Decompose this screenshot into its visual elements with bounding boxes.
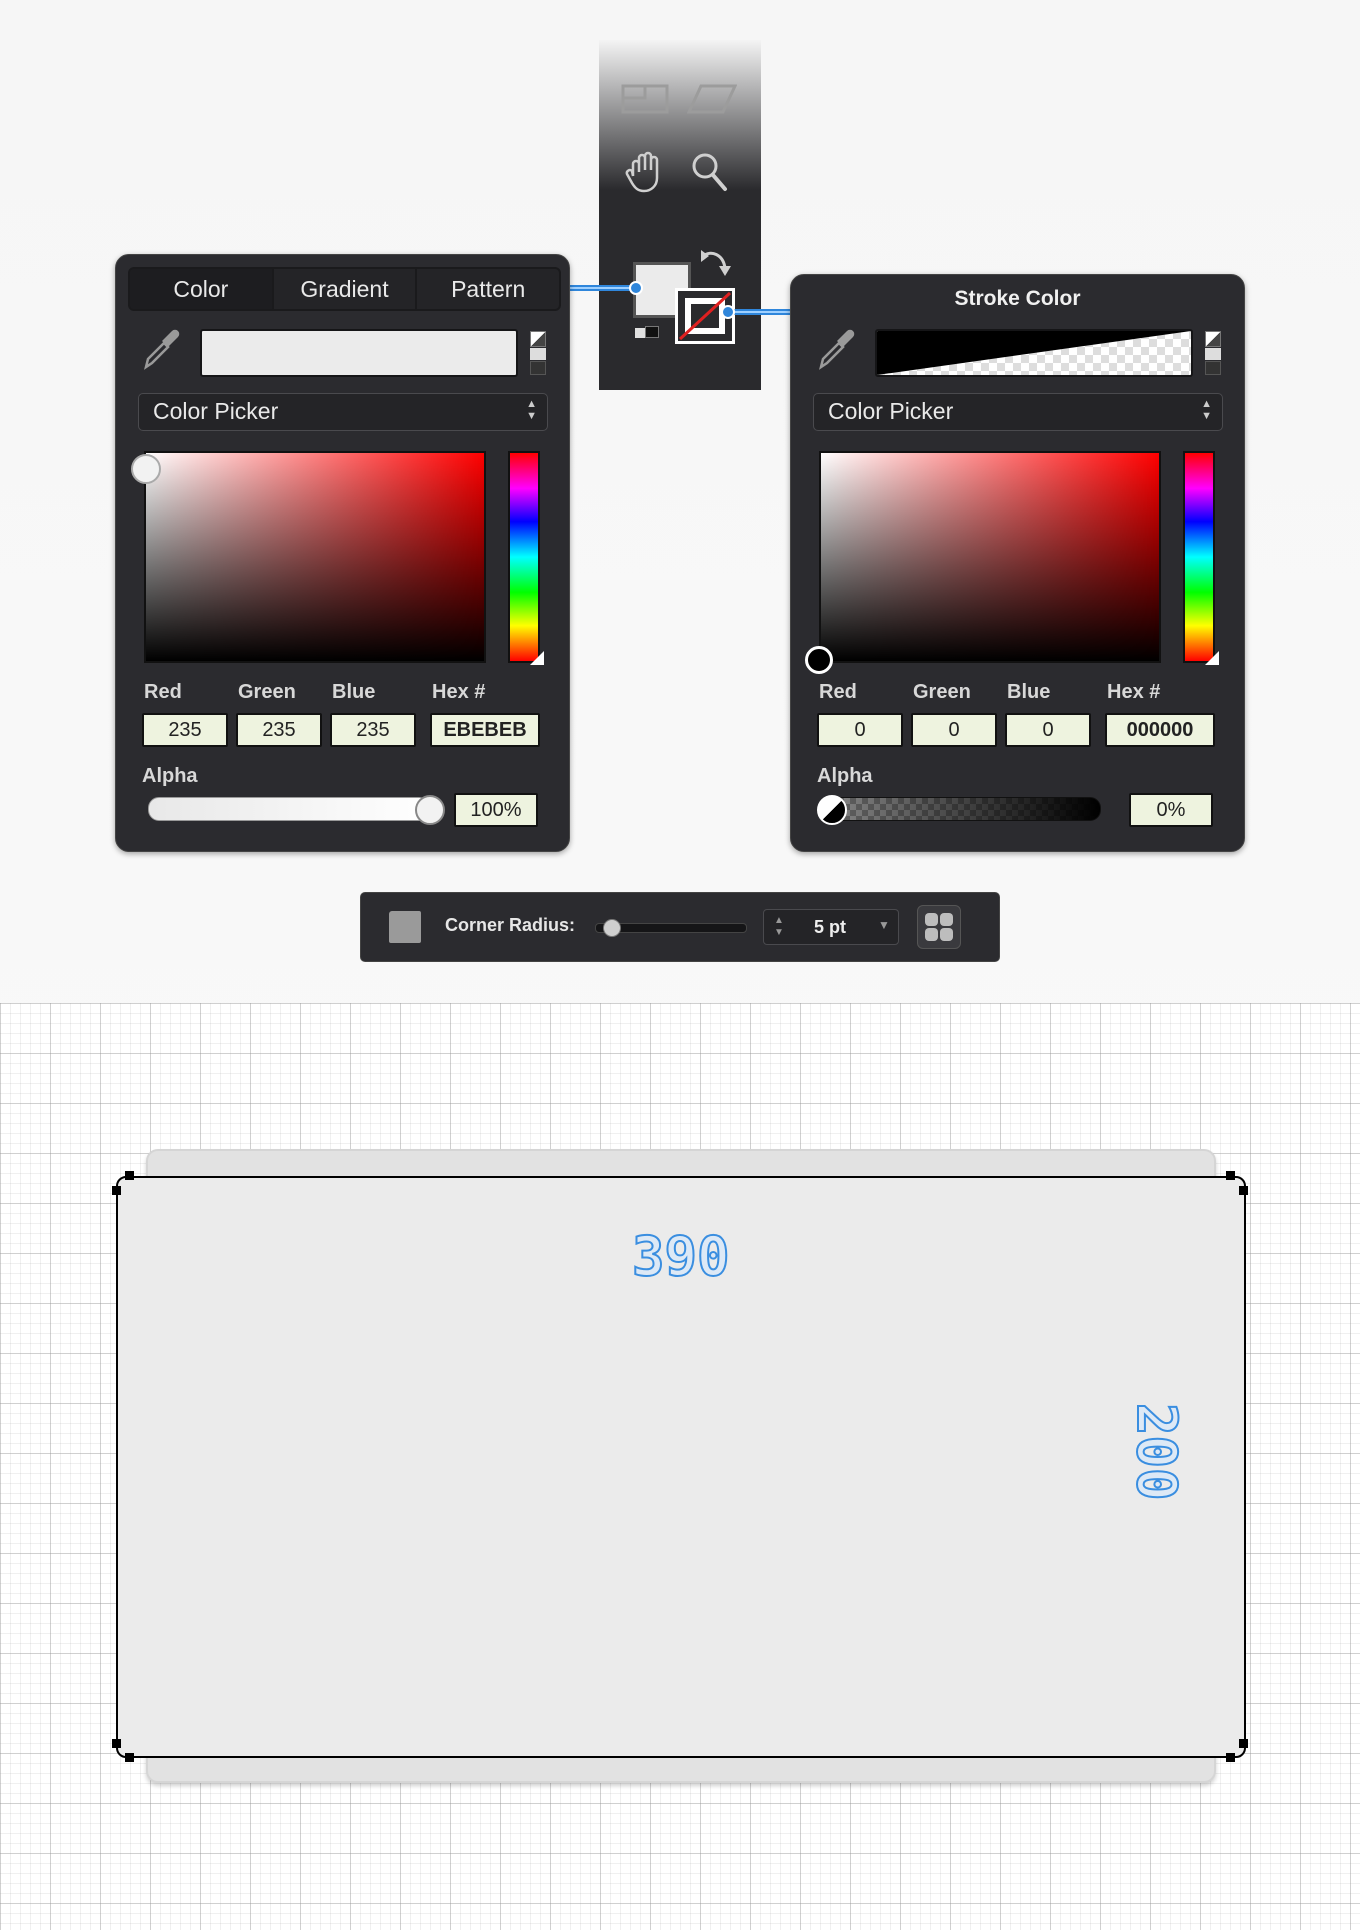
alpha-input[interactable]: 100% <box>454 793 538 827</box>
alpha-slider[interactable] <box>819 797 1101 821</box>
corner-shape-icon[interactable] <box>389 911 421 943</box>
blue-input[interactable]: 235 <box>330 713 416 747</box>
eyedropper-icon[interactable] <box>817 329 855 371</box>
hue-strip[interactable] <box>508 451 540 663</box>
green-label: Green <box>913 681 971 703</box>
hue-marker-icon[interactable] <box>530 651 546 667</box>
blue-input[interactable]: 0 <box>1005 713 1091 747</box>
blue-label: Blue <box>332 681 376 703</box>
alpha-slider[interactable] <box>148 797 430 821</box>
saturation-value-field[interactable] <box>144 451 486 663</box>
dropdown-arrows-icon: ▲ ▼ <box>1201 398 1212 422</box>
hand-icon[interactable] <box>625 150 665 194</box>
red-label: Red <box>819 681 857 703</box>
corner-radius-label: Corner Radius: <box>445 915 576 935</box>
panel-title: Stroke Color <box>954 287 1081 310</box>
dropdown-arrows-icon: ▲ ▼ <box>526 398 537 422</box>
corner-radius-knob[interactable] <box>602 919 621 937</box>
red-input[interactable]: 0 <box>817 713 903 747</box>
color-mode-label: Color Picker <box>828 398 954 424</box>
hex-label: Hex # <box>1107 681 1161 703</box>
fill-color-panel: Color Gradient Pattern Color Picker ▲ ▼ R… <box>115 254 570 852</box>
color-mode-dropdown[interactable]: Color Picker ▲ ▼ <box>138 393 548 431</box>
green-label: Green <box>238 681 296 703</box>
resize-handle[interactable] <box>1226 1171 1235 1180</box>
hex-label: Hex # <box>432 681 486 703</box>
color-mode-label: Color Picker <box>153 398 279 424</box>
chevron-down-icon[interactable]: ▼ <box>878 918 890 932</box>
height-dimension-label: 200 <box>1124 1402 1189 1502</box>
resize-handle[interactable] <box>125 1753 134 1762</box>
red-label: Red <box>144 681 182 703</box>
width-dimension-label: 390 <box>631 1224 731 1289</box>
hex-input[interactable]: EBEBEB <box>430 713 540 747</box>
shear-icon[interactable] <box>687 82 737 116</box>
resize-handle[interactable] <box>112 1739 121 1748</box>
corner-radius-toolbar: Corner Radius: ▲ ▼ 5 pt ▼ <box>360 892 1000 962</box>
resize-handle[interactable] <box>1239 1739 1248 1748</box>
zoom-icon[interactable] <box>689 150 729 194</box>
resize-handle[interactable] <box>112 1186 121 1195</box>
tab-pattern[interactable]: Pattern <box>417 269 559 309</box>
green-input[interactable]: 0 <box>911 713 997 747</box>
corner-radius-value: 5 pt <box>814 917 847 937</box>
alpha-knob[interactable] <box>415 795 445 825</box>
red-input[interactable]: 235 <box>142 713 228 747</box>
alpha-label: Alpha <box>142 765 198 787</box>
corners-icon <box>925 913 953 941</box>
corner-radius-stepper[interactable]: ▲ ▼ 5 pt ▼ <box>763 909 899 945</box>
connector-lines <box>568 281 792 319</box>
stepper-arrows-icon[interactable]: ▲ ▼ <box>774 915 784 939</box>
green-input[interactable]: 235 <box>236 713 322 747</box>
corner-options-button[interactable] <box>917 905 961 949</box>
opacity-toggle-icon[interactable] <box>1205 331 1221 375</box>
hex-input[interactable]: 000000 <box>1105 713 1215 747</box>
hue-marker-icon[interactable] <box>1205 651 1221 667</box>
resize-handle[interactable] <box>125 1171 134 1180</box>
hue-strip[interactable] <box>1183 451 1215 663</box>
alpha-knob[interactable] <box>817 795 847 825</box>
saturation-knob[interactable] <box>131 454 161 484</box>
panel-tabs: Color Gradient Pattern <box>128 267 561 311</box>
artboard-grid[interactable]: 390 200 <box>0 1003 1360 1930</box>
fill-preview-swatch <box>200 329 518 377</box>
saturation-knob[interactable] <box>805 646 833 674</box>
opacity-toggle-icon[interactable] <box>530 331 546 375</box>
tab-color[interactable]: Color <box>130 269 274 309</box>
stroke-preview-swatch <box>875 329 1193 377</box>
alpha-input[interactable]: 0% <box>1129 793 1213 827</box>
saturation-value-field[interactable] <box>819 451 1161 663</box>
color-mode-dropdown[interactable]: Color Picker ▲ ▼ <box>813 393 1223 431</box>
tool-strip <box>599 40 761 390</box>
transform-icon[interactable] <box>621 82 671 116</box>
alpha-label: Alpha <box>817 765 873 787</box>
eyedropper-icon[interactable] <box>142 329 180 371</box>
stroke-color-panel: Stroke Color Color Picker ▲ ▼ Red Green B… <box>790 274 1245 852</box>
blue-label: Blue <box>1007 681 1051 703</box>
resize-handle[interactable] <box>1239 1186 1248 1195</box>
tab-gradient[interactable]: Gradient <box>274 269 418 309</box>
resize-handle[interactable] <box>1226 1753 1235 1762</box>
